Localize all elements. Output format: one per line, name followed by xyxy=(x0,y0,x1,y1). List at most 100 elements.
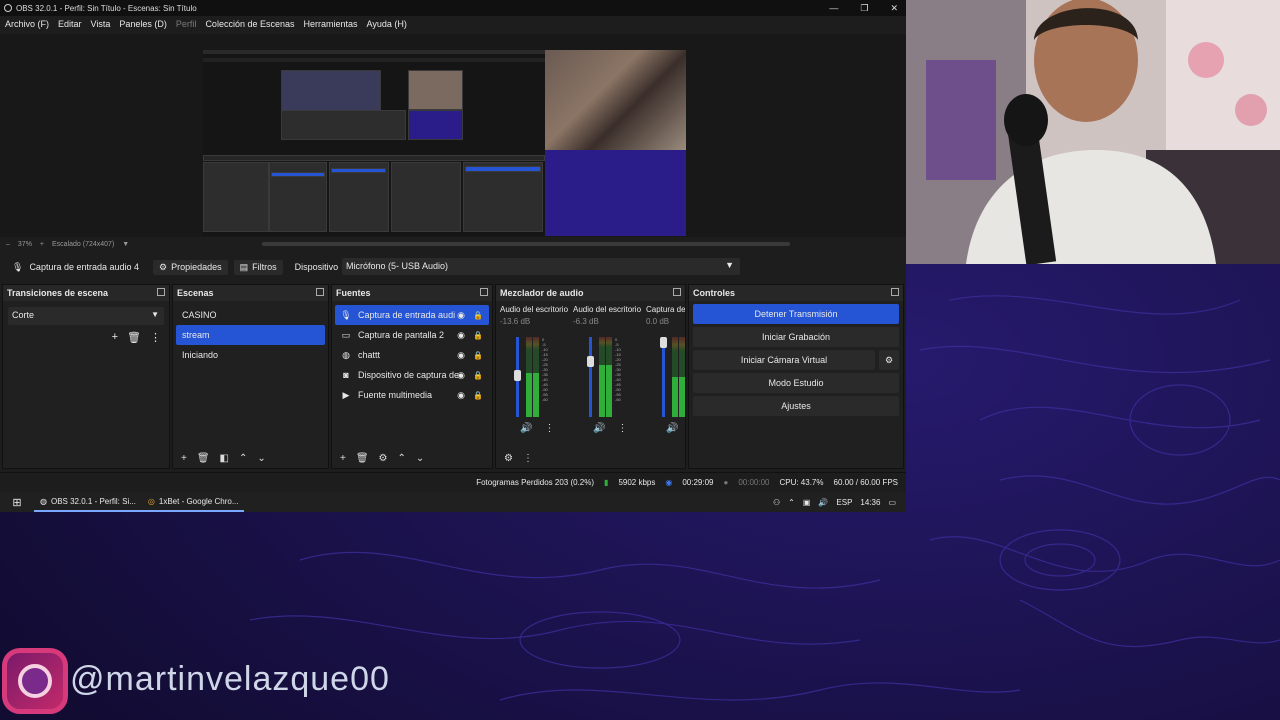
close-button[interactable]: ✕ xyxy=(890,3,898,14)
remove-transition-button[interactable]: 🗑 xyxy=(127,331,141,344)
system-tray: ⚇ ⌃ ▣ 🔊 ESP 14:36 ▭ xyxy=(773,492,896,512)
channel-name: Captura de xyxy=(646,305,686,314)
add-transition-button[interactable]: + xyxy=(112,331,118,344)
menu-ayuda[interactable]: Ayuda (H) xyxy=(367,19,407,29)
level-meter-bg xyxy=(606,337,612,365)
menu-vista[interactable]: Vista xyxy=(91,19,111,29)
menu-coleccion[interactable]: Colección de Escenas xyxy=(205,19,294,29)
scale-dropdown-icon[interactable]: ▼ xyxy=(122,241,129,248)
move-down-button[interactable]: ⌄ xyxy=(257,453,265,464)
properties-button[interactable]: ⚙ Propiedades xyxy=(153,259,228,275)
device-label: Dispositivo xyxy=(294,262,339,272)
channel-menu-button[interactable]: ⋮ xyxy=(617,423,627,434)
menu-editar[interactable]: Editar xyxy=(58,19,82,29)
source-properties-button[interactable]: ⚙ xyxy=(379,453,388,464)
eye-icon[interactable]: ◉ xyxy=(457,370,465,381)
transition-menu-button[interactable]: ⋮ xyxy=(150,331,161,344)
meter-tick: -60 xyxy=(542,397,548,402)
eye-icon[interactable]: ◉ xyxy=(457,350,465,361)
people-icon[interactable]: ⚇ xyxy=(773,498,780,507)
dock-title: Controles xyxy=(693,288,736,298)
move-down-button[interactable]: ⌄ xyxy=(416,453,424,464)
start-virtual-camera-button[interactable]: Iniciar Cámara Virtual xyxy=(693,350,875,370)
fader-handle[interactable] xyxy=(660,337,667,348)
volume-fader[interactable] xyxy=(662,337,665,417)
source-item[interactable]: ◙ Dispositivo de captura de ◉ 🔒 xyxy=(335,365,489,385)
eye-icon[interactable]: ◉ xyxy=(457,310,465,321)
source-item[interactable]: ◍ chattt ◉ 🔒 xyxy=(335,345,489,365)
network-icon[interactable]: ▣ xyxy=(803,498,811,507)
eye-icon[interactable]: ◉ xyxy=(457,390,465,401)
mute-button[interactable]: 🔊 xyxy=(593,423,605,434)
scene-item[interactable]: CASINO xyxy=(176,305,325,325)
lock-icon[interactable]: 🔒 xyxy=(473,371,483,380)
menu-perfil[interactable]: Perfil xyxy=(176,19,197,29)
lock-icon[interactable]: 🔒 xyxy=(473,351,483,360)
mute-button[interactable]: 🔊 xyxy=(666,423,678,434)
lock-icon[interactable]: 🔒 xyxy=(473,391,483,400)
taskbar-chrome[interactable]: ◎ 1xBet - Google Chro... xyxy=(141,492,245,512)
zoom-out-button[interactable]: – xyxy=(6,241,10,248)
virtual-camera-settings-button[interactable]: ⚙ xyxy=(879,350,899,370)
channel-name: Audio del escritorio xyxy=(500,305,568,314)
popout-icon[interactable] xyxy=(891,288,899,296)
stop-streaming-button[interactable]: Detener Transmisión xyxy=(693,304,899,324)
mixer-settings-button[interactable]: ⚙ xyxy=(504,453,513,464)
source-item[interactable]: ▭ Captura de pantalla 2 ◉ 🔒 xyxy=(335,325,489,345)
preview-canvas[interactable] xyxy=(203,50,686,236)
scenes-dock: Escenas CASINO stream Iniciando + 🗑 ◧ ⌃ … xyxy=(172,284,329,469)
lock-icon[interactable]: 🔒 xyxy=(473,311,483,320)
minimize-button[interactable]: — xyxy=(829,3,838,13)
popout-icon[interactable] xyxy=(673,288,681,296)
volume-fader[interactable] xyxy=(589,337,592,417)
settings-button[interactable]: Ajustes xyxy=(693,396,899,416)
maximize-button[interactable]: ❐ xyxy=(860,3,868,14)
menu-archivo[interactable]: Archivo (F) xyxy=(5,19,49,29)
transition-select[interactable]: Corte ▼ xyxy=(8,307,164,325)
clock[interactable]: 14:36 xyxy=(860,498,880,507)
fader-handle[interactable] xyxy=(514,370,521,382)
menu-paneles[interactable]: Paneles (D) xyxy=(119,19,167,29)
preview-scrollbar[interactable] xyxy=(262,242,790,246)
channel-menu-button[interactable]: ⋮ xyxy=(544,423,554,434)
remove-source-button[interactable]: 🗑 xyxy=(356,453,369,464)
menu-herramientas[interactable]: Herramientas xyxy=(304,19,358,29)
device-select[interactable]: Micrófono (5- USB Audio) ▼ xyxy=(342,258,740,275)
start-recording-button[interactable]: Iniciar Grabación xyxy=(693,327,899,347)
mic-icon: 🎙 xyxy=(340,309,352,320)
add-source-button[interactable]: + xyxy=(340,453,346,464)
popout-icon[interactable] xyxy=(480,288,488,296)
zoom-in-button[interactable]: + xyxy=(40,241,44,248)
window-title: OBS 32.0.1 - Perfil: Sin Título - Escena… xyxy=(16,3,197,13)
scene-filters-button[interactable]: ◧ xyxy=(220,453,229,464)
source-label: Dispositivo de captura de xyxy=(358,370,460,380)
scene-item[interactable]: Iniciando xyxy=(176,345,325,365)
remove-scene-button[interactable]: 🗑 xyxy=(197,453,210,464)
source-item[interactable]: ▶ Fuente multimedia ◉ 🔒 xyxy=(335,385,489,405)
source-item[interactable]: 🎙 Captura de entrada audi ◉ 🔒 xyxy=(335,305,489,325)
move-up-button[interactable]: ⌃ xyxy=(398,453,406,464)
eye-icon[interactable]: ◉ xyxy=(457,330,465,341)
language-indicator[interactable]: ESP xyxy=(836,498,852,507)
scene-item[interactable]: stream xyxy=(176,325,325,345)
studio-mode-button[interactable]: Modo Estudio xyxy=(693,373,899,393)
filters-button[interactable]: ▤ Filtros xyxy=(233,259,283,275)
popout-icon[interactable] xyxy=(157,288,165,296)
taskbar-obs-label: OBS 32.0.1 - Perfil: Si... xyxy=(50,496,136,506)
popout-icon[interactable] xyxy=(316,288,324,296)
add-scene-button[interactable]: + xyxy=(181,453,187,464)
monitor-icon: ▭ xyxy=(341,329,351,340)
taskbar-obs[interactable]: ◍ OBS 32.0.1 - Perfil: Si... xyxy=(34,492,142,512)
mute-button[interactable]: 🔊 xyxy=(520,423,532,434)
level-meter-bg xyxy=(526,337,532,373)
volume-icon[interactable]: 🔊 xyxy=(818,498,828,507)
lock-icon[interactable]: 🔒 xyxy=(473,331,483,340)
mixer-menu-button[interactable]: ⋮ xyxy=(523,453,533,464)
move-up-button[interactable]: ⌃ xyxy=(239,453,247,464)
chevron-up-icon[interactable]: ⌃ xyxy=(788,498,795,507)
fps: 60.00 / 60.00 FPS xyxy=(833,478,899,487)
notification-icon[interactable]: ▭ xyxy=(888,498,896,507)
windows-start-icon[interactable]: ⊞ xyxy=(0,496,34,509)
windows-taskbar: ⊞ ◍ OBS 32.0.1 - Perfil: Si... ◎ 1xBet - G… xyxy=(0,492,906,512)
fader-handle[interactable] xyxy=(587,355,594,367)
